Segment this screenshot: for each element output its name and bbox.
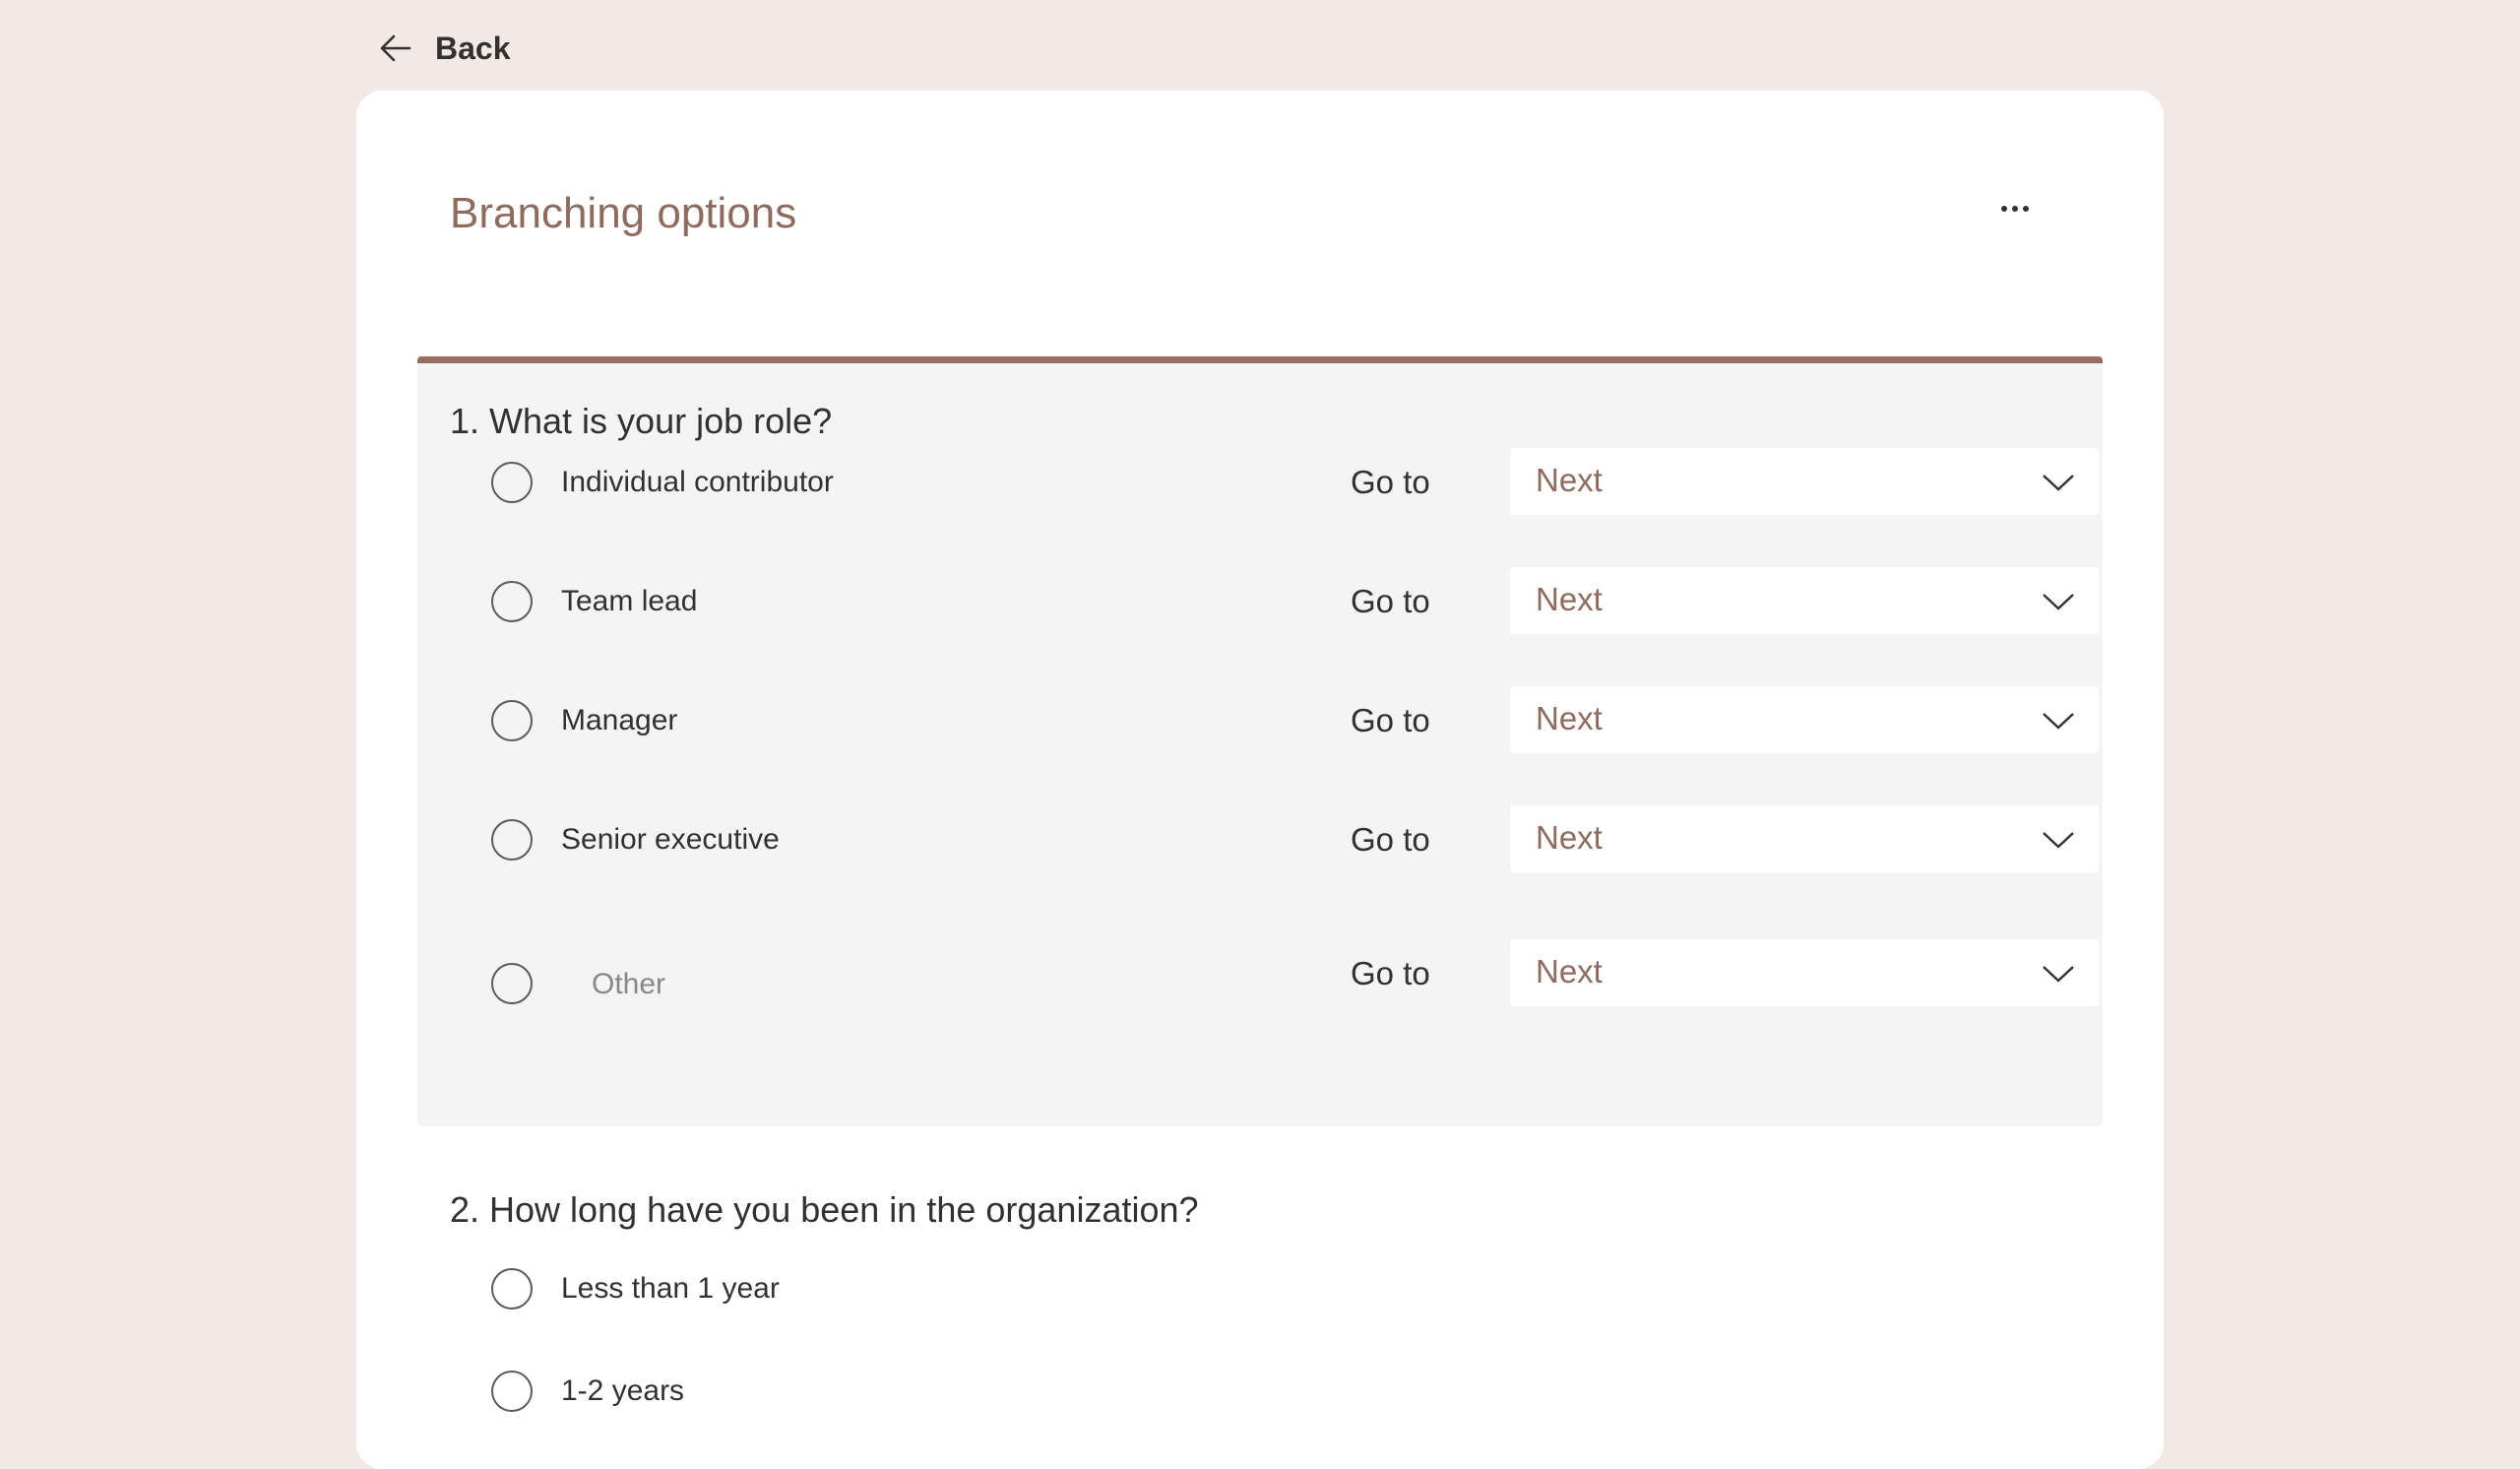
- goto-dropdown[interactable]: Next: [1510, 939, 2099, 1006]
- radio-option-less-than-1-year[interactable]: [491, 1268, 533, 1309]
- option-label: 1-2 years: [561, 1374, 685, 1407]
- arrow-left-icon: [380, 34, 411, 62]
- goto-value: Next: [1536, 581, 1603, 617]
- question-title: 2. How long have you been in the organiz…: [450, 1189, 1199, 1230]
- goto-value: Next: [1536, 819, 1603, 856]
- option-label: Manager: [561, 704, 678, 736]
- more-dot-icon: [2001, 206, 2007, 212]
- goto-label: Go to: [1351, 464, 1430, 500]
- option-label: Less than 1 year: [561, 1272, 780, 1305]
- goto-dropdown[interactable]: Next: [1510, 805, 2099, 872]
- other-option-field[interactable]: Other: [592, 968, 665, 1001]
- goto-label: Go to: [1351, 702, 1430, 738]
- radio-option-1-2-years[interactable]: [491, 1371, 533, 1412]
- radio-option-team-lead[interactable]: [491, 581, 533, 622]
- goto-dropdown[interactable]: Next: [1510, 448, 2099, 515]
- back-label: Back: [435, 30, 511, 66]
- chevron-down-icon: [2043, 713, 2074, 730]
- more-dot-icon: [2012, 206, 2018, 212]
- back-button[interactable]: Back: [376, 26, 511, 71]
- option-label: Team lead: [561, 585, 698, 617]
- chevron-down-icon: [2043, 966, 2074, 983]
- radio-option-senior-executive[interactable]: [491, 819, 533, 861]
- question-1-section: 1. What is your job role? Individual con…: [417, 356, 2103, 1126]
- question-title: 1. What is your job role?: [450, 401, 833, 441]
- option-label: Senior executive: [561, 823, 780, 856]
- radio-option-manager[interactable]: [491, 700, 533, 741]
- chevron-down-icon: [2043, 832, 2074, 849]
- goto-dropdown[interactable]: Next: [1510, 567, 2099, 634]
- chevron-down-icon: [2043, 475, 2074, 491]
- radio-option-other[interactable]: [491, 963, 533, 1004]
- goto-value: Next: [1536, 953, 1603, 990]
- option-label: Individual contributor: [561, 466, 834, 498]
- goto-value: Next: [1536, 700, 1603, 736]
- chevron-down-icon: [2043, 594, 2074, 610]
- goto-label: Go to: [1351, 821, 1430, 858]
- more-dot-icon: [2023, 206, 2029, 212]
- radio-option-individual-contributor[interactable]: [491, 462, 533, 503]
- goto-value: Next: [1536, 462, 1603, 498]
- goto-label: Go to: [1351, 583, 1430, 619]
- form-card: Branching options 1. What is your job ro…: [356, 91, 2164, 1469]
- page-title: Branching options: [450, 189, 797, 237]
- more-options-button[interactable]: [1985, 189, 2045, 228]
- goto-label: Go to: [1351, 955, 1430, 991]
- goto-dropdown[interactable]: Next: [1510, 686, 2099, 753]
